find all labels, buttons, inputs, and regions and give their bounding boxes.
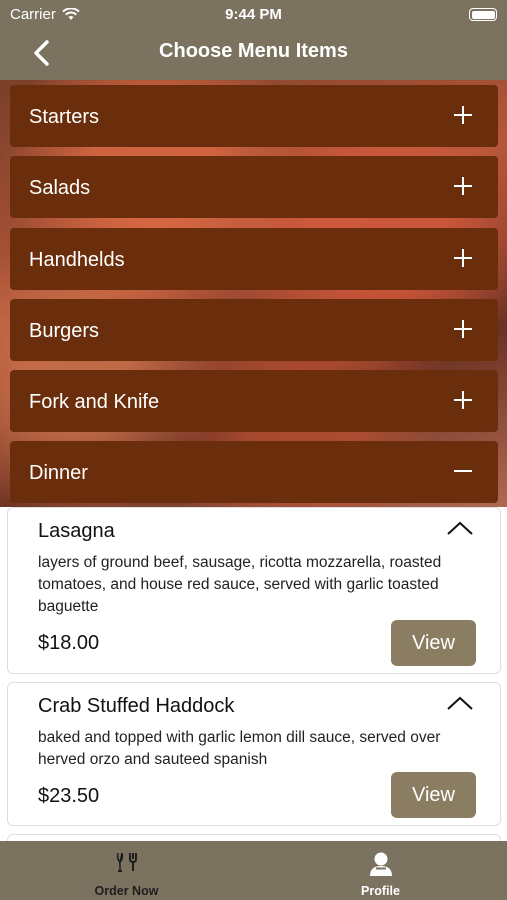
item-description: baked and topped with garlic lemon dill … [38,729,441,768]
navigation-bar: Carrier 9:44 PM Choose Menu Items [0,0,507,80]
category-label: Handhelds [29,249,125,271]
view-button[interactable]: View [391,772,476,818]
profile-icon [369,852,392,876]
category-label: Dinner [29,462,88,484]
category-salads[interactable]: Salads [10,156,498,218]
menu-item-list[interactable]: Lasagna layers of ground beef, sausage, … [0,507,507,841]
item-name: Crab Stuffed Haddock [38,695,235,717]
chevron-up-icon[interactable] [446,520,474,536]
tab-label: Order Now [94,884,159,898]
category-dinner[interactable]: Dinner [10,441,498,503]
battery-icon [469,8,497,21]
category-label: Starters [29,106,100,128]
category-label: Fork and Knife [29,391,160,413]
menu-item-card [7,834,501,841]
category-handhelds[interactable]: Handhelds [10,228,498,290]
tab-profile[interactable]: Profile [254,841,507,900]
menu-item-card: Crab Stuffed Haddock baked and topped wi… [7,682,501,826]
status-time: 9:44 PM [225,6,282,23]
tab-bar: Order Now Profile [0,841,507,900]
item-name: Lasagna [38,520,115,542]
item-price: $23.50 [38,785,100,807]
tab-label: Profile [361,884,400,898]
tab-order-now[interactable]: Order Now [0,841,253,900]
plus-icon [454,320,472,338]
chevron-up-icon[interactable] [446,695,474,711]
page-title: Choose Menu Items [159,40,348,62]
category-fork-and-knife[interactable]: Fork and Knife [10,370,498,432]
plus-icon [454,177,472,195]
minus-icon [454,462,472,480]
item-price: $18.00 [38,632,100,654]
item-description: layers of ground beef, sausage, ricotta … [38,554,442,615]
plus-icon [454,391,472,409]
menu-item-card: Lasagna layers of ground beef, sausage, … [7,507,501,674]
category-burgers[interactable]: Burgers [10,299,498,361]
category-label: Salads [29,177,91,199]
category-starters[interactable]: Starters [10,85,498,147]
view-button[interactable]: View [391,620,476,666]
dining-icon [116,852,137,872]
plus-icon [454,106,472,124]
status-bar: Carrier 9:44 PM [0,4,507,24]
category-label: Burgers [29,320,100,342]
plus-icon [454,249,472,267]
